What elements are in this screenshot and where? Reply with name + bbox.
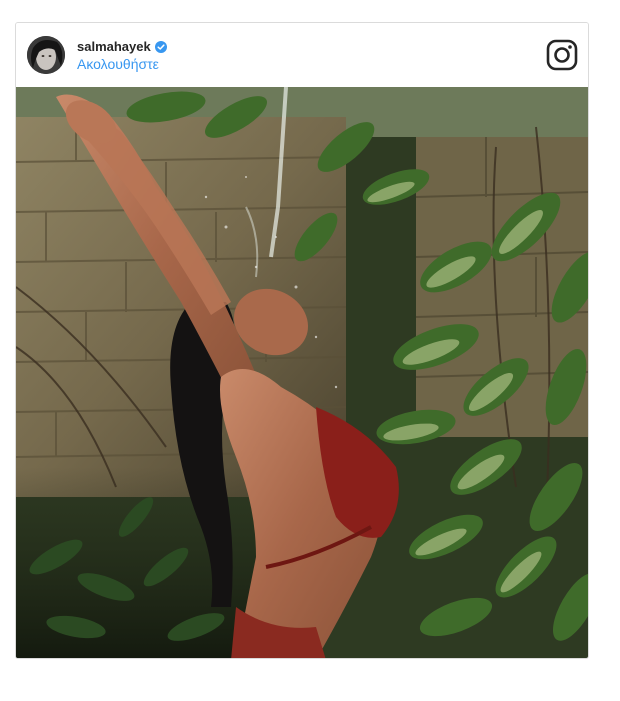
instagram-logo-icon[interactable] bbox=[546, 39, 578, 71]
verified-badge-icon bbox=[154, 40, 167, 53]
post-photo[interactable] bbox=[16, 87, 588, 658]
avatar[interactable] bbox=[27, 36, 65, 74]
post-header: salmahayek Ακολουθήστε bbox=[16, 23, 588, 87]
username-link[interactable]: salmahayek bbox=[77, 39, 151, 54]
follow-button[interactable]: Ακολουθήστε bbox=[77, 56, 159, 72]
username-row: salmahayek bbox=[77, 39, 167, 54]
instagram-embed: salmahayek Ακολουθήστε bbox=[15, 22, 589, 659]
avatar-image bbox=[27, 36, 65, 74]
photo-image bbox=[16, 87, 588, 658]
